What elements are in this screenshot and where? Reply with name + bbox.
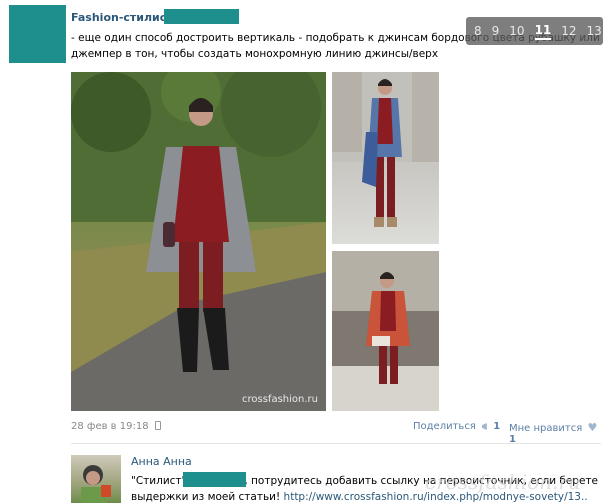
post-author-name[interactable]: Fashion-стилист	[71, 11, 173, 24]
woman-red-outfit-illustration	[71, 72, 326, 411]
post-photo-3[interactable]	[332, 251, 439, 411]
pager-item[interactable]: 8	[474, 24, 482, 38]
pager-item-active[interactable]: 11	[534, 23, 552, 40]
post-date[interactable]: 28 фев в 19:18	[71, 421, 161, 432]
pager-item[interactable]: 9	[492, 24, 500, 38]
comment-divider	[71, 443, 601, 444]
pager-item[interactable]: 10	[509, 24, 524, 38]
avatar-photo	[81, 465, 111, 503]
megaphone-icon	[482, 423, 487, 430]
share-count: 1	[493, 421, 501, 432]
photo-pager: 8 9 10 11 12 13	[466, 17, 603, 45]
comment-author-name[interactable]: Анна Анна	[131, 455, 192, 468]
comment-name-redaction	[183, 472, 246, 487]
like-label: Мне нравится	[509, 423, 583, 434]
share-label: Поделиться	[413, 421, 476, 432]
like-button[interactable]: Мне нравится ♥ 1	[509, 421, 603, 445]
post-photo-main[interactable]: crossfashion.ru	[71, 72, 326, 411]
comment-text-before: "Стилист"	[131, 475, 187, 487]
pager-item[interactable]: 13	[587, 24, 602, 38]
heart-icon: ♥	[587, 421, 598, 434]
author-name-redaction	[164, 9, 239, 24]
pager-item[interactable]: 12	[561, 24, 576, 38]
post-date-text: 28 фев в 19:18	[71, 421, 149, 432]
overlay-watermark: crossfashion.ru	[425, 470, 581, 494]
share-button[interactable]: Поделиться 1	[413, 421, 500, 432]
woman-red-coat-illustration	[332, 251, 439, 411]
woman-blue-vest-illustration	[332, 72, 439, 227]
post-author-avatar[interactable]	[9, 5, 66, 63]
photo-watermark: crossfashion.ru	[242, 394, 318, 405]
comment-author-avatar[interactable]	[71, 455, 121, 503]
phone-icon	[154, 421, 161, 430]
comment-text-line2-body: выдержки из моей статьи!	[131, 491, 281, 503]
post-photo-2[interactable]	[332, 72, 439, 244]
